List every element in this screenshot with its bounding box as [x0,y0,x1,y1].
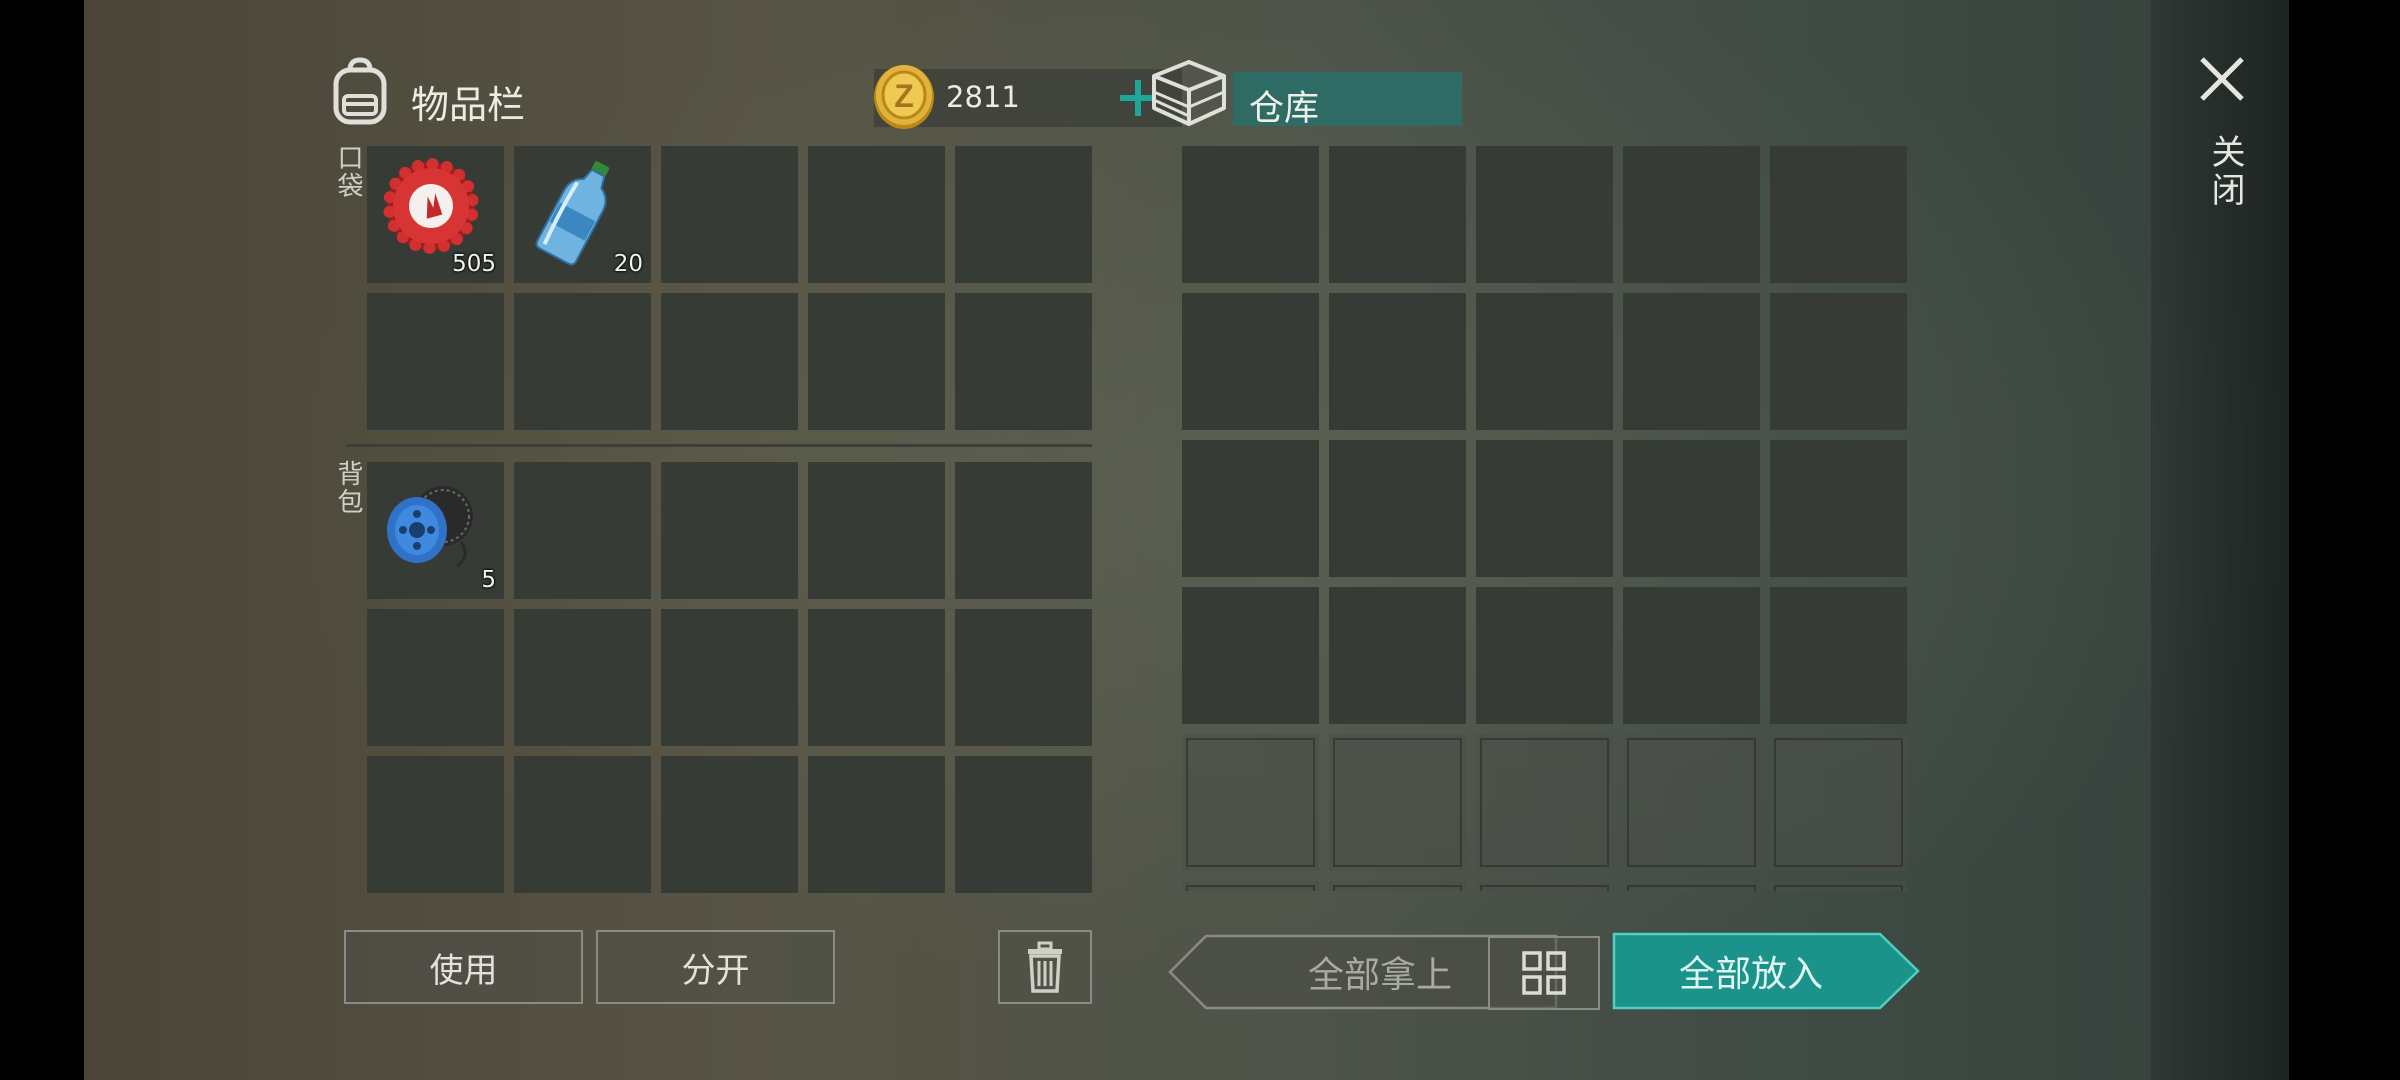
water-bottle-icon [528,156,632,266]
storage-slot[interactable] [1476,293,1613,430]
pocket-grid: 505 20 [367,146,1092,430]
put-all-label: 全部放入 [1678,954,1823,995]
svg-text:Z: Z [894,78,914,114]
item-count: 5 [481,567,496,593]
pocket-slot[interactable]: 505 [367,146,504,283]
pocket-slot[interactable] [955,146,1092,283]
backpack-slot[interactable] [808,609,945,746]
backpack-slot[interactable]: 5 [367,462,504,599]
storage-slot[interactable] [1476,587,1613,724]
backpack-slot[interactable] [661,609,798,746]
storage-slot[interactable] [1623,440,1760,577]
storage-slot[interactable] [1770,440,1907,577]
storage-grid [1182,146,1907,891]
pocket-slot[interactable] [661,146,798,283]
grid-sort-icon [1522,951,1566,995]
pockets-label: 口袋 [333,144,363,200]
storage-slot[interactable] [1182,293,1319,430]
gold-coin-icon: Z [871,60,937,130]
storage-slot-locked[interactable] [1623,734,1760,871]
storage-slot[interactable] [1476,146,1613,283]
storage-slot[interactable] [1182,440,1319,577]
use-button[interactable]: 使用 [344,930,583,1004]
pocket-slot[interactable] [955,293,1092,430]
storage-title: 仓库 [1249,89,1320,129]
storage-slot[interactable] [1329,587,1466,724]
wire-spool-icon [381,472,485,582]
close-x-icon[interactable] [2197,54,2247,104]
pocket-slot[interactable] [808,146,945,283]
trash-icon [1028,941,1062,993]
inventory-screen: 物品栏 Z 2811 口袋 背包 505 20 5 仓库 使用 分开 全部拿上 … [84,0,2289,1080]
backpack-grid: 5 [367,462,1092,893]
storage-slot[interactable] [1182,587,1319,724]
backpack-slot[interactable] [955,609,1092,746]
backpack-slot[interactable] [955,462,1092,599]
storage-slot-locked[interactable] [1770,734,1907,871]
storage-slot-locked[interactable] [1770,881,1907,891]
pocket-slot[interactable]: 20 [514,146,651,283]
split-button[interactable]: 分开 [596,930,835,1004]
backpack-slot[interactable] [514,462,651,599]
pocket-slot[interactable] [808,293,945,430]
storage-slot-locked[interactable] [1623,881,1760,891]
backpack-label: 背包 [333,460,363,516]
storage-slot[interactable] [1770,146,1907,283]
backpack-icon [330,56,390,126]
close-label[interactable]: 关闭 [2201,134,2250,210]
storage-slot-locked[interactable] [1329,734,1466,871]
backpack-slot[interactable] [661,756,798,893]
storage-slot[interactable] [1623,293,1760,430]
backpack-slot[interactable] [661,462,798,599]
item-count: 20 [613,251,643,277]
backpack-slot[interactable] [514,756,651,893]
inventory-title: 物品栏 [411,83,526,127]
backpack-slot[interactable] [955,756,1092,893]
backpack-slot[interactable] [808,462,945,599]
pocket-slot[interactable] [514,293,651,430]
item-count: 505 [452,251,496,277]
storage-slot[interactable] [1182,146,1319,283]
backpack-slot[interactable] [514,609,651,746]
delete-button[interactable] [998,930,1092,1004]
put-all-button[interactable]: 全部放入 [1612,932,1920,1010]
storage-slot[interactable] [1770,587,1907,724]
backpack-slot[interactable] [367,609,504,746]
storage-slot[interactable] [1623,146,1760,283]
storage-slot[interactable] [1329,440,1466,577]
section-divider [346,444,1092,447]
backpack-slot[interactable] [367,756,504,893]
storage-crate-icon [1150,58,1228,128]
storage-slot[interactable] [1329,293,1466,430]
storage-slot-locked[interactable] [1182,881,1319,891]
storage-slot-locked[interactable] [1476,734,1613,871]
storage-slot-locked[interactable] [1476,881,1613,891]
storage-slot[interactable] [1770,293,1907,430]
storage-slot[interactable] [1623,587,1760,724]
bottle-cap-icon [381,156,485,266]
storage-slot-locked[interactable] [1329,881,1466,891]
sort-button[interactable] [1488,936,1600,1010]
storage-slot-locked[interactable] [1182,734,1319,871]
pocket-slot[interactable] [661,293,798,430]
currency-amount: 2811 [946,80,1020,114]
storage-slot[interactable] [1329,146,1466,283]
backpack-slot[interactable] [808,756,945,893]
storage-slot[interactable] [1476,440,1613,577]
pocket-slot[interactable] [367,293,504,430]
